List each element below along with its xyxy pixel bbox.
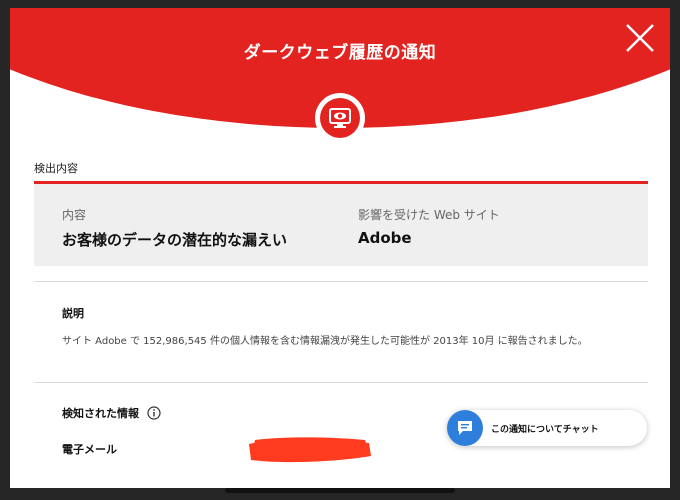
content-column: 内容 お客様のデータの潜在的な漏えい (62, 206, 287, 250)
monitor-eye-badge (315, 93, 365, 143)
detected-info-title: 検知された情報 (62, 407, 139, 420)
chat-button-label: この通知についてチャット (491, 424, 599, 435)
screen: ダークウェブ履歴の通知 検出内容 内容 お客様のデータの潜在的な漏えい 影響を受… (0, 0, 680, 500)
affected-site-column: 影響を受けた Web サイト Adobe (358, 206, 500, 247)
affected-site-value: Adobe (358, 229, 412, 247)
content-label: 内容 (62, 208, 87, 222)
divider (34, 382, 648, 383)
detection-section-label: 検出内容 (34, 162, 78, 175)
dark-web-notification-modal: ダークウェブ履歴の通知 検出内容 内容 お客様のデータの潜在的な漏えい 影響を受… (10, 8, 670, 488)
description-title: 説明 (62, 307, 84, 320)
chat-about-notification-button[interactable]: この通知についてチャット (447, 410, 647, 446)
chat-bubble-icon (447, 410, 483, 446)
detected-info-heading: 検知された情報 (62, 405, 161, 421)
divider (34, 281, 648, 282)
home-indicator[interactable] (225, 488, 455, 493)
email-label: 電子メール (62, 443, 117, 456)
redacted-email-mark (245, 434, 373, 466)
detection-summary-box: 内容 お客様のデータの潜在的な漏えい 影響を受けた Web サイト Adobe (34, 184, 648, 266)
description-text: サイト Adobe で 152,986,545 件の個人情報を含む情報漏洩が発生… (62, 336, 588, 347)
modal-title: ダークウェブ履歴の通知 (243, 43, 437, 63)
close-icon[interactable] (622, 20, 658, 56)
affected-site-label: 影響を受けた Web サイト (358, 208, 500, 222)
info-icon[interactable] (147, 406, 161, 420)
content-value: お客様のデータの潜在的な漏えい (62, 231, 288, 249)
monitor-eye-icon (320, 98, 360, 138)
